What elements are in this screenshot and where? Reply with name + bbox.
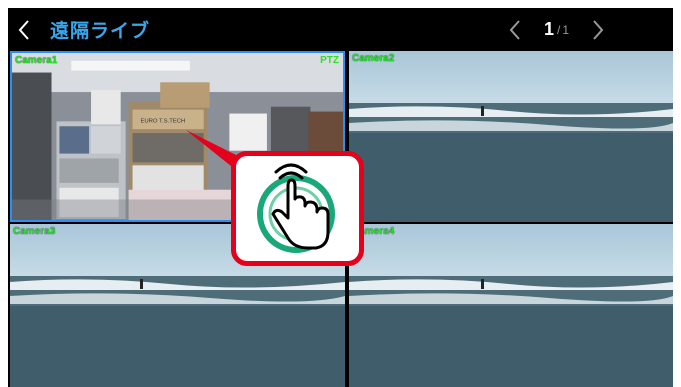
- back-button[interactable]: [8, 8, 40, 51]
- chevron-left-icon: [509, 19, 520, 40]
- current-page-number: 1: [543, 19, 554, 39]
- camera-1-label: Camera1: [15, 55, 58, 66]
- page-separator: /: [556, 22, 561, 37]
- hand-tap-icon: [257, 163, 335, 253]
- total-page-number: 1: [562, 22, 569, 37]
- tap-gesture-callout: [231, 151, 364, 266]
- camera-4-feed: [349, 224, 673, 387]
- previous-page-button[interactable]: [500, 8, 530, 51]
- camera-tile-4[interactable]: Camera4: [349, 224, 673, 387]
- next-page-button[interactable]: [583, 8, 613, 51]
- chevron-left-icon: [18, 19, 29, 40]
- camera-3-label: Camera3: [13, 226, 56, 237]
- pager: 1 / 1: [500, 8, 613, 51]
- top-bar: 遠隔ライブ 1 / 1: [8, 8, 673, 51]
- camera-2-feed: [349, 51, 673, 222]
- camera-tile-2[interactable]: Camera2: [349, 51, 673, 222]
- box-label: EURO T.S.TECH: [140, 118, 185, 124]
- page-title: 遠隔ライブ: [50, 21, 151, 42]
- chevron-right-icon: [593, 19, 604, 40]
- ptz-indicator: PTZ: [320, 55, 339, 66]
- camera-2-label: Camera2: [352, 53, 395, 64]
